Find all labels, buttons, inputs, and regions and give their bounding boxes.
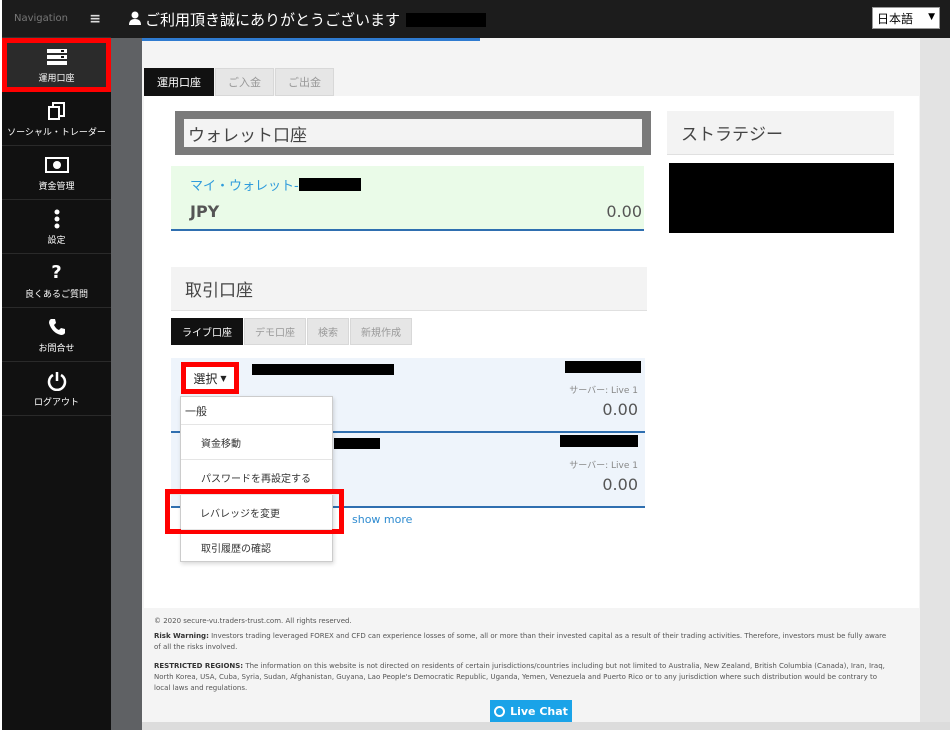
tab-search[interactable]: 検索: [307, 318, 349, 345]
wallet-name[interactable]: マイ・ウォレット-: [190, 175, 361, 194]
redacted-account-id: [565, 361, 641, 373]
select-dropdown-button[interactable]: 選択 ▼: [181, 362, 239, 394]
language-value: 日本語: [877, 12, 914, 26]
vertical-dots-icon: [54, 208, 60, 230]
nav-header: Navigation ≡: [2, 0, 111, 38]
sidebar: Navigation ≡ 運用口座 ソーシャル・トレーダー 資金管理 設定 ? …: [2, 0, 111, 730]
question-icon: ?: [51, 262, 62, 283]
tab-accounts[interactable]: 運用口座: [144, 68, 214, 96]
redacted-account-name: [252, 364, 394, 375]
left-gutter: [111, 38, 142, 730]
sidebar-item-settings[interactable]: 設定: [2, 200, 111, 254]
live-chat-label: Live Chat: [510, 704, 568, 718]
right-gutter: [920, 38, 950, 730]
account-server: サーバー: Live 1: [569, 386, 638, 396]
footer: © 2020 secure-vu.traders-trust.com. All …: [154, 616, 892, 698]
menu-group-label: 一般: [185, 405, 207, 418]
server-stack-icon: [46, 46, 68, 68]
redacted-username: [406, 12, 487, 27]
menu-item-reset-password[interactable]: パスワードを再設定する: [181, 459, 332, 494]
caret-down-icon: ▼: [220, 373, 227, 383]
sidebar-item-accounts[interactable]: 運用口座: [2, 38, 111, 92]
sidebar-item-label: お問合せ: [38, 343, 75, 354]
redacted-wallet-id: [298, 178, 361, 191]
select-dropdown-menu: 一般 資金移動 パスワードを再設定する レバレッジを変更 取引履歴の確認: [165, 396, 344, 564]
account-server: サーバー: Live 1: [569, 461, 638, 471]
sidebar-item-label: ログアウト: [33, 397, 79, 408]
redacted-account-id: [560, 435, 638, 447]
bottom-strip: [142, 722, 950, 730]
language-select[interactable]: 日本語 ▼: [872, 7, 940, 29]
nav-label: Navigation: [14, 13, 68, 24]
accounts-panel: ウォレット口座 マイ・ウォレット- JPY 0.00 取引口座 ライブ口座 デモ…: [144, 96, 919, 608]
tab-live-account[interactable]: ライブ口座: [171, 318, 243, 345]
main-tabs: 運用口座 ご入金 ご出金: [144, 68, 335, 96]
sidebar-item-logout[interactable]: ログアウト: [2, 362, 111, 416]
sidebar-item-social-trader[interactable]: ソーシャル・トレーダー: [2, 92, 111, 146]
show-more-link[interactable]: show more: [352, 513, 412, 526]
restricted-label: RESTRICTED REGIONS:: [154, 662, 244, 670]
risk-label: Risk Warning:: [154, 632, 209, 640]
trading-tabs: ライブ口座 デモ口座 検索 新規作成: [171, 318, 413, 345]
user-icon: [129, 11, 141, 29]
wallet-balance: 0.00: [606, 202, 642, 221]
sidebar-item-label: ソーシャル・トレーダー: [7, 127, 106, 138]
tab-demo-account[interactable]: デモ口座: [244, 318, 306, 345]
wallet-section-header: ウォレット口座: [175, 111, 651, 155]
main-content: 運用口座 ご入金 ご出金 ウォレット口座 マイ・ウォレット- JPY 0.00 …: [142, 38, 950, 730]
chat-bubble-icon: [494, 705, 506, 717]
redacted-account-name: [334, 438, 380, 449]
greeting: ご利用頂き誠にありがとうございます: [129, 9, 487, 30]
menu-item-trade-history[interactable]: 取引履歴の確認: [181, 529, 332, 564]
restricted-text: The information on this website is not d…: [154, 662, 885, 692]
top-bar: ご利用頂き誠にありがとうございます 日本語 ▼: [111, 0, 950, 38]
menu-item-change-leverage[interactable]: レバレッジを変更: [165, 489, 344, 534]
strategy-title: ストラテジー: [667, 111, 894, 155]
copy-icon: [47, 100, 67, 122]
phone-icon: [48, 316, 66, 338]
tab-withdraw[interactable]: ご出金: [275, 68, 334, 96]
restricted-regions: RESTRICTED REGIONS: The information on t…: [154, 661, 892, 694]
wallet-card[interactable]: マイ・ウォレット- JPY 0.00: [171, 166, 644, 231]
chevron-down-icon: ▼: [928, 12, 935, 22]
power-icon: [47, 370, 67, 392]
tab-new-account[interactable]: 新規作成: [350, 318, 412, 345]
greeting-text: ご利用頂き誠にありがとうございます: [145, 11, 401, 29]
sidebar-item-contact[interactable]: お問合せ: [2, 308, 111, 362]
risk-warning: Risk Warning: Investors trading leverage…: [154, 631, 892, 653]
wallet-currency: JPY: [190, 202, 220, 221]
copyright: © 2020 secure-vu.traders-trust.com. All …: [154, 617, 352, 625]
risk-text: Investors trading leveraged FOREX and CF…: [154, 632, 887, 651]
wallet-name-text: マイ・ウォレット-: [190, 179, 299, 194]
progress-accent-bar: [142, 38, 480, 41]
sidebar-item-label: 良くあるご質問: [24, 289, 88, 300]
wallet-title: ウォレット口座: [184, 119, 642, 147]
sidebar-item-fund-management[interactable]: 資金管理: [2, 146, 111, 200]
sidebar-item-faq[interactable]: ? 良くあるご質問: [2, 254, 111, 308]
money-icon: [44, 154, 69, 176]
select-label: 選択: [193, 371, 218, 386]
trading-accounts-title: 取引口座: [171, 267, 647, 311]
hamburger-menu-icon[interactable]: ≡: [89, 11, 101, 27]
account-balance: 0.00: [602, 475, 638, 494]
sidebar-item-label: 設定: [47, 235, 66, 246]
sidebar-item-label: 運用口座: [38, 73, 75, 84]
tab-deposit[interactable]: ご入金: [215, 68, 274, 96]
live-chat-button[interactable]: Live Chat: [490, 700, 572, 722]
redacted-strategy-content: [669, 163, 894, 233]
menu-item-fund-transfer[interactable]: 資金移動: [181, 424, 332, 459]
account-balance: 0.00: [602, 400, 638, 419]
sidebar-item-label: 資金管理: [38, 181, 75, 192]
